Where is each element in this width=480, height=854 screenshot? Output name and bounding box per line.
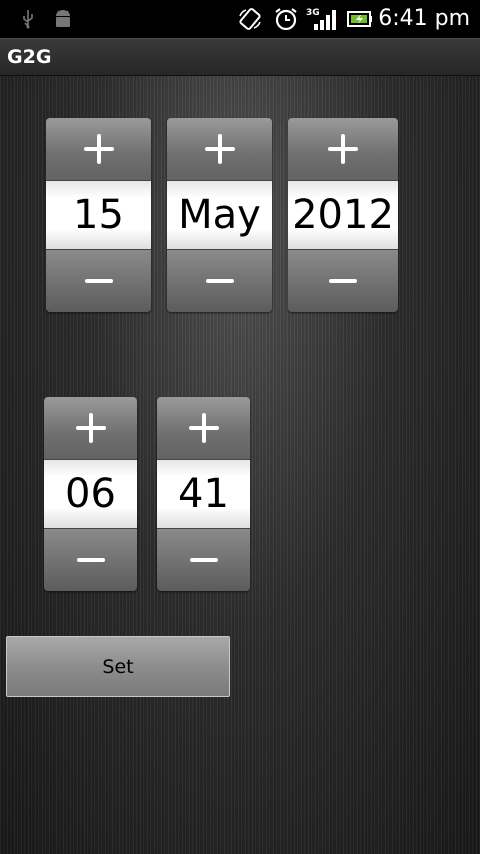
plus-icon — [328, 134, 358, 164]
android-debug-icon — [52, 0, 74, 38]
day-decrement-button[interactable] — [46, 250, 151, 312]
usb-icon — [18, 0, 38, 38]
plus-icon — [204, 134, 235, 164]
minus-icon — [329, 279, 357, 283]
year-value: 2012 — [288, 180, 398, 250]
hour-decrement-button[interactable] — [44, 529, 137, 591]
svg-text:3G: 3G — [306, 8, 320, 18]
minute-picker: 41 — [157, 397, 250, 591]
status-bar: 3G 6:41 pm — [0, 0, 480, 38]
minus-icon — [189, 558, 218, 562]
hour-increment-button[interactable] — [44, 397, 137, 459]
month-decrement-button[interactable] — [167, 250, 272, 312]
minute-value: 41 — [157, 459, 250, 529]
battery-icon — [346, 0, 374, 38]
minus-icon — [76, 558, 105, 562]
month-picker: May — [167, 118, 272, 312]
app-title: G2G — [7, 46, 52, 68]
plus-icon — [188, 413, 219, 443]
day-value: 15 — [46, 180, 151, 250]
minus-icon — [205, 279, 234, 283]
set-button[interactable]: Set — [6, 636, 230, 697]
plus-icon — [83, 134, 114, 164]
minute-increment-button[interactable] — [157, 397, 250, 459]
minus-icon — [84, 279, 113, 283]
signal-3g-icon: 3G — [306, 0, 338, 38]
day-increment-button[interactable] — [46, 118, 151, 180]
year-picker: 2012 — [288, 118, 398, 312]
minute-decrement-button[interactable] — [157, 529, 250, 591]
alarm-icon — [272, 0, 300, 38]
status-time: 6:41 pm — [378, 6, 470, 31]
day-picker: 15 — [46, 118, 151, 312]
hour-picker: 06 — [44, 397, 137, 591]
title-bar: G2G — [0, 38, 480, 76]
year-increment-button[interactable] — [288, 118, 398, 180]
year-decrement-button[interactable] — [288, 250, 398, 312]
month-value: May — [167, 180, 272, 250]
month-increment-button[interactable] — [167, 118, 272, 180]
plus-icon — [75, 413, 106, 443]
hour-value: 06 — [44, 459, 137, 529]
rotate-icon — [236, 0, 264, 38]
